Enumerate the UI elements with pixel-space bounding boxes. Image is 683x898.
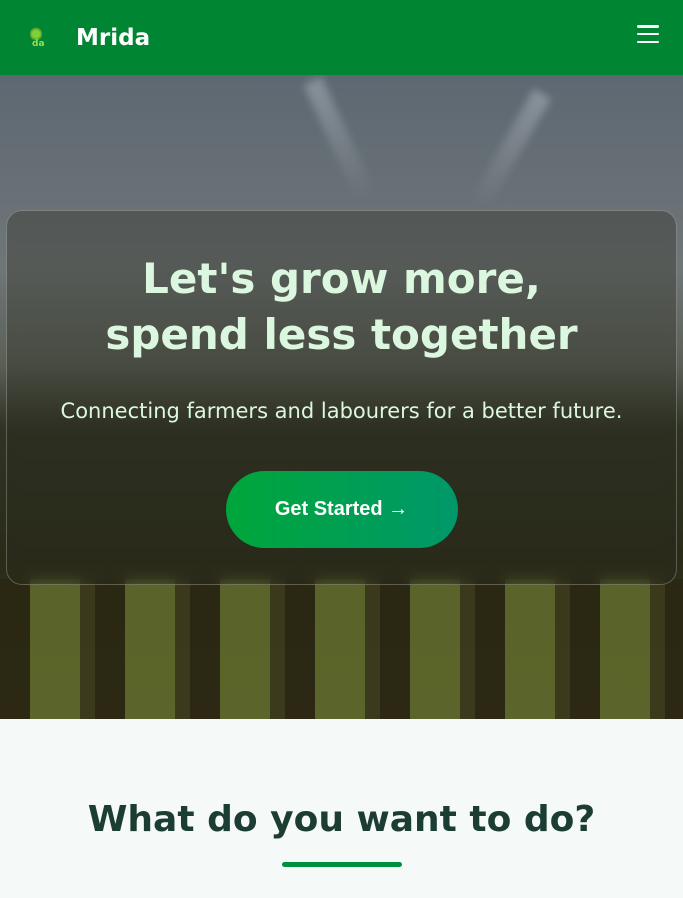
hero-title: Let's grow more, spend less together: [105, 254, 578, 359]
hamburger-menu-icon[interactable]: [637, 25, 659, 43]
cloud-decoration: [303, 76, 377, 204]
section-title: What do you want to do?: [87, 799, 596, 840]
get-started-button[interactable]: Get Started →: [225, 471, 458, 548]
logo[interactable]: da: [24, 25, 52, 51]
logo-text: da: [32, 38, 45, 49]
hero: Let's grow more, spend less together Conn…: [0, 75, 683, 719]
title-underline: [281, 862, 402, 867]
navbar: da Mrida: [0, 0, 683, 75]
field-rows-background: [0, 579, 683, 719]
actions-section: What do you want to do?: [0, 719, 683, 867]
brand-name[interactable]: Mrida: [76, 25, 150, 51]
hero-card: Let's grow more, spend less together Conn…: [6, 210, 677, 585]
cloud-decoration: [468, 88, 552, 212]
hero-subtitle: Connecting farmers and labourers for a b…: [60, 399, 623, 423]
